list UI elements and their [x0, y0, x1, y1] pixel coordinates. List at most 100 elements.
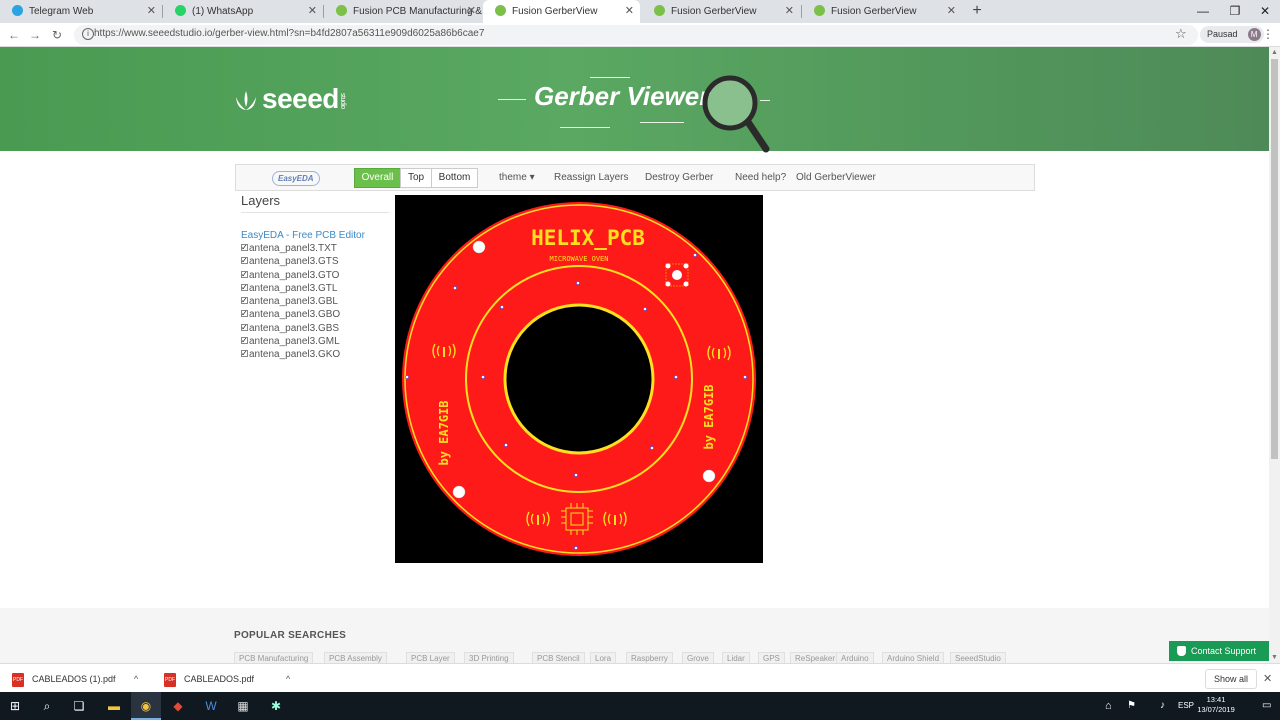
popular-search-pill[interactable]: ReSpeaker [790, 652, 841, 663]
file-explorer-icon[interactable]: ▬ [99, 692, 129, 720]
close-tab-icon[interactable]: ✕ [785, 0, 794, 23]
bottom-view-button[interactable]: Bottom [431, 168, 478, 188]
notification-icon[interactable]: ⚑ [1127, 692, 1136, 720]
layer-checkbox[interactable] [241, 281, 248, 294]
tab-fusion-pcb[interactable]: Fusion PCB Manufacturing & Pro ✕ [324, 0, 482, 23]
download-item[interactable]: PDF CABLEADOS.pdf ^ [164, 669, 299, 689]
scroll-down-icon[interactable]: ▼ [1271, 654, 1278, 661]
popular-search-pill[interactable]: SeeedStudio [950, 652, 1006, 663]
overall-view-button[interactable]: Overall [354, 168, 401, 188]
popular-search-pill[interactable]: Raspberry [626, 652, 673, 663]
easyeda-editor-link[interactable]: EasyEDA - Free PCB Editor [241, 229, 389, 242]
close-tab-icon[interactable]: ✕ [947, 0, 956, 23]
layer-row[interactable]: antena_panel3.GTS [241, 254, 389, 268]
volume-icon[interactable]: ♪ [1160, 692, 1165, 720]
tab-telegram[interactable]: Telegram Web ✕ [0, 0, 162, 23]
browser-toolbar: ← → ↻ i https://www.seeedstudio.io/gerbe… [0, 23, 1280, 47]
bookmark-star-icon[interactable]: ☆ [1175, 26, 1187, 42]
close-tab-icon[interactable]: ✕ [147, 0, 156, 23]
close-tab-icon[interactable]: ✕ [625, 0, 634, 23]
new-tab-button[interactable]: + [968, 0, 986, 23]
download-item[interactable]: PDF CABLEADOS (1).pdf ^ [12, 669, 147, 689]
search-icon[interactable]: ⌕ [32, 692, 62, 720]
via [453, 286, 457, 290]
layer-checkbox[interactable] [241, 294, 248, 307]
seeed-logo[interactable]: seeedstudio [234, 83, 346, 115]
layer-row[interactable]: antena_panel3.GBO [241, 307, 389, 321]
pcb-canvas[interactable]: HELIX_PCB MICROWAVE OVEN by EA7GIB by EA… [395, 195, 763, 563]
layer-checkbox[interactable] [241, 268, 248, 281]
popular-search-pill[interactable]: PCB Assembly [324, 652, 387, 663]
tab-whatsapp[interactable]: (1) WhatsApp ✕ [163, 0, 323, 23]
chevron-up-icon[interactable]: ^ [134, 669, 138, 689]
show-all-button[interactable]: Show all [1205, 669, 1258, 689]
contact-support-button[interactable]: Contact Support [1169, 641, 1269, 661]
url-text[interactable]: https://www.seeedstudio.io/gerber-view.h… [94, 28, 484, 39]
calculator-icon[interactable]: ▦ [228, 692, 258, 720]
via [504, 443, 508, 447]
popular-search-pill[interactable]: PCB Layer [406, 652, 455, 663]
layer-checkbox[interactable] [241, 241, 248, 254]
layer-row[interactable]: antena_panel3.GTL [241, 281, 389, 295]
close-downloads-icon[interactable]: ✕ [1263, 672, 1272, 685]
close-tab-icon[interactable]: ✕ [467, 0, 476, 23]
back-icon[interactable]: ← [5, 26, 23, 44]
layer-checkbox[interactable] [241, 321, 248, 334]
profile-button[interactable]: Pausad M [1200, 26, 1264, 43]
windows-start-icon[interactable]: ⊞ [0, 692, 30, 720]
layer-row[interactable]: antena_panel3.GML [241, 334, 389, 348]
action-center-icon[interactable]: ▭ [1262, 692, 1271, 720]
easyeda-logo[interactable]: EasyEDA [272, 171, 320, 186]
popular-search-pill[interactable]: Lora [590, 652, 617, 663]
reload-icon[interactable]: ↻ [48, 26, 66, 44]
tab-gerberview-2[interactable]: Fusion GerberView ✕ [642, 0, 800, 23]
popular-search-pill[interactable]: GPS [758, 652, 785, 663]
layer-checkbox[interactable] [241, 334, 248, 347]
theme-dropdown[interactable]: theme ▾ [499, 165, 535, 190]
old-gerberviewer-link[interactable]: Old GerberViewer [796, 165, 876, 190]
layer-row[interactable]: antena_panel3.GBL [241, 294, 389, 308]
minimize-button[interactable]: — [1186, 0, 1220, 23]
popular-search-pill[interactable]: Grove [682, 652, 714, 663]
popular-search-pill[interactable]: PCB Stencil [532, 652, 585, 663]
popular-search-pill[interactable]: 3D Printing [464, 652, 514, 663]
popular-search-pill[interactable]: Arduino [836, 652, 874, 663]
viewer-toolbar: EasyEDA Overall Top Bottom theme ▾ Reass… [235, 164, 1035, 191]
top-view-button[interactable]: Top [400, 168, 432, 188]
layer-checkbox[interactable] [241, 254, 248, 268]
chrome-icon[interactable]: ◉ [131, 692, 161, 720]
close-tab-icon[interactable]: ✕ [308, 0, 317, 23]
popular-search-pill[interactable]: Arduino Shield [882, 652, 945, 663]
chevron-up-icon[interactable]: ^ [286, 669, 290, 689]
app-icon[interactable]: ✱ [261, 692, 291, 720]
layer-checkbox[interactable] [241, 307, 248, 321]
layer-row[interactable]: antena_panel3.GBS [241, 321, 389, 335]
task-view-icon[interactable]: ❏ [64, 692, 94, 720]
language-indicator[interactable]: ESP [1178, 692, 1194, 720]
scroll-up-icon[interactable]: ▲ [1271, 49, 1278, 56]
close-window-button[interactable]: ✕ [1248, 0, 1280, 23]
address-bar[interactable]: i https://www.seeedstudio.io/gerber-view… [74, 25, 1198, 45]
layer-checkbox[interactable] [241, 347, 248, 361]
page-scrollbar[interactable]: ▲ ▼ [1269, 47, 1280, 663]
layer-row[interactable]: antena_panel3.GKO [241, 347, 389, 361]
layer-row[interactable]: antena_panel3.TXT [241, 241, 389, 255]
layer-name: antena_panel3.GTO [249, 269, 340, 281]
tab-gerberview-3[interactable]: Fusion GerberView ✕ [802, 0, 962, 23]
popular-search-pill[interactable]: PCB Manufacturing [234, 652, 314, 663]
need-help-link[interactable]: Need help? [735, 165, 786, 190]
network-icon[interactable]: ⌂ [1105, 692, 1112, 720]
scrollbar-thumb[interactable] [1271, 59, 1278, 459]
destroy-gerber-link[interactable]: Destroy Gerber [645, 165, 713, 190]
reassign-layers-link[interactable]: Reassign Layers [554, 165, 628, 190]
tab-gerberview-active[interactable]: Fusion GerberView ✕ [483, 0, 640, 23]
site-info-icon[interactable]: i [82, 28, 94, 40]
restore-button[interactable]: ❐ [1218, 0, 1252, 23]
browser-menu-icon[interactable]: ⋮ [1262, 27, 1274, 41]
system-clock[interactable]: 13:41 13/07/2019 [1196, 695, 1236, 715]
layer-row[interactable]: antena_panel3.GTO [241, 268, 389, 282]
acrobat-icon[interactable]: ◆ [163, 692, 193, 720]
forward-icon[interactable]: → [26, 26, 44, 44]
word-icon[interactable]: W [196, 692, 226, 720]
popular-search-pill[interactable]: Lidar [722, 652, 750, 663]
